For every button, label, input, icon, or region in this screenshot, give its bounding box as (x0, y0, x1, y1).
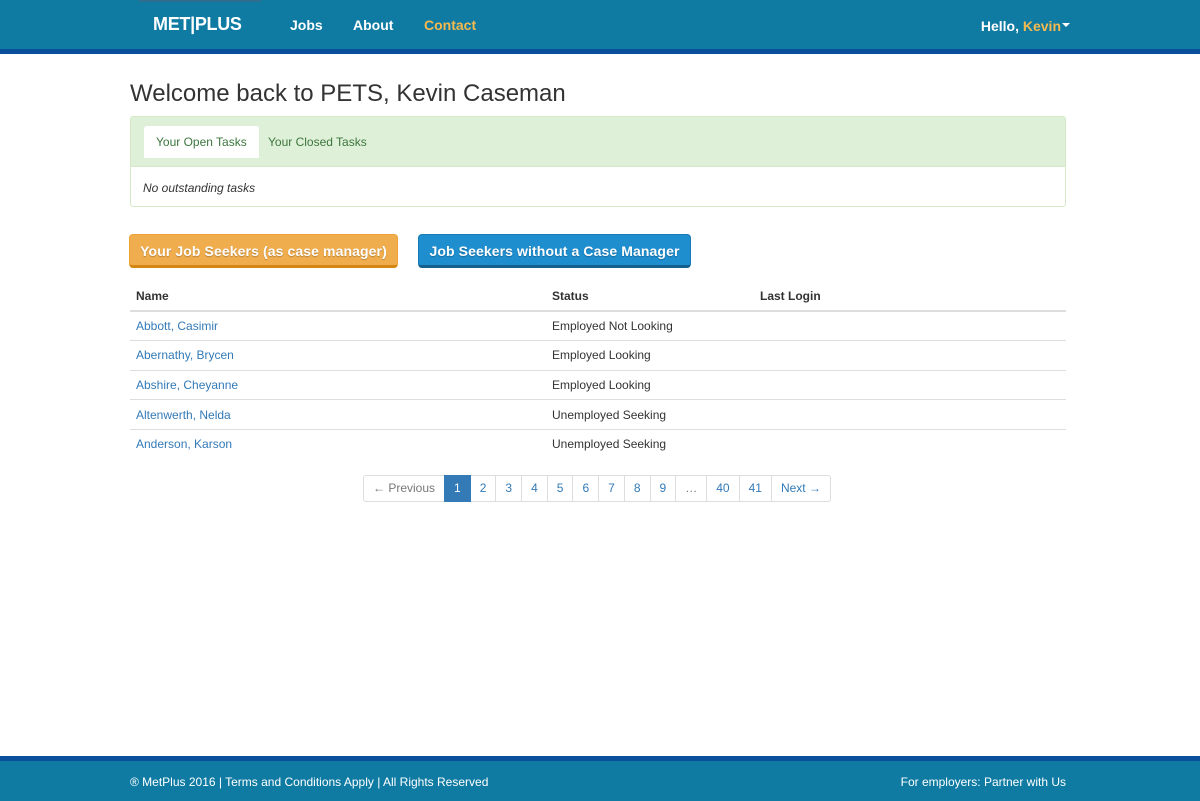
cell-last-login (754, 428, 1066, 459)
cell-last-login (754, 340, 1066, 371)
pagination-page-2[interactable]: 2 (469, 475, 497, 502)
cell-status: Employed Not Looking (552, 319, 673, 334)
column-header-name: Name (130, 281, 546, 312)
cell-last-login (754, 311, 1066, 341)
cell-status: Unemployed Seeking (546, 428, 754, 459)
user-name: Kevin (1022, 18, 1061, 34)
job-seeker-link[interactable]: Abshire, Cheyanne (136, 378, 238, 392)
tasks-empty-message: No outstanding tasks (143, 181, 256, 195)
caret-down-icon (1062, 23, 1070, 28)
pagination-page-3[interactable]: 3 (495, 475, 523, 502)
tasks-panel: Your Open Tasks Your Closed Tasks No out… (130, 116, 1066, 207)
job-seeker-link[interactable]: Anderson, Karson (136, 437, 232, 451)
cell-name: Anderson, Karson (130, 428, 546, 459)
job-seeker-link[interactable]: Abbott, Casimir (136, 319, 218, 333)
footer: ® MetPlus 2016 | Terms and Conditions Ap… (0, 756, 1200, 801)
cell-name: Altenwerth, Nelda (130, 399, 546, 430)
cell-status: Unemployed Seeking (546, 399, 754, 430)
your-job-seekers-button[interactable]: Your Job Seekers (as case manager) (129, 234, 398, 268)
job-seekers-table: Name Status Last Login Abbott, Casimir E… (130, 281, 1066, 459)
pagination-page-40[interactable]: 40 (706, 475, 740, 502)
cell-status: Employed Looking (546, 369, 754, 400)
pagination-page-5[interactable]: 5 (546, 475, 574, 502)
nav-about[interactable]: About (353, 17, 393, 33)
cell-name: Abernathy, Brycen (130, 340, 546, 371)
pagination-previous[interactable]: ← Previous (363, 475, 446, 502)
nav-contact[interactable]: Contact (424, 17, 476, 33)
table-row: Abbott, Casimir Employed Not Looking (130, 311, 1066, 341)
greeting-text: Hello, (980, 18, 1023, 34)
job-seeker-link[interactable]: Altenwerth, Nelda (136, 408, 231, 422)
page-title: Welcome back to PETS, Kevin Caseman (130, 80, 566, 107)
pagination: ← Previous 1 2 3 4 5 6 7 8 9 … 40 41 Nex… (363, 475, 831, 502)
nav-jobs[interactable]: Jobs (290, 17, 323, 33)
brand-accent-strip (139, 0, 261, 2)
cell-name: Abbott, Casimir (130, 311, 546, 341)
table-row: Abshire, Cheyanne Employed Looking (130, 369, 1066, 400)
pagination-page-41[interactable]: 41 (738, 475, 772, 502)
pagination-page-8[interactable]: 8 (623, 475, 651, 502)
column-header-last-login: Last Login (754, 281, 1066, 312)
table-row: Abernathy, Brycen Employed Looking (130, 340, 1066, 371)
pagination-page-9[interactable]: 9 (649, 475, 677, 502)
tab-open-tasks[interactable]: Your Open Tasks (144, 126, 259, 158)
pagination-page-4[interactable]: 4 (521, 475, 548, 502)
pagination-page-6[interactable]: 6 (572, 475, 600, 502)
tab-closed-tasks[interactable]: Your Closed Tasks (256, 126, 379, 158)
pagination-next[interactable]: Next → (770, 475, 831, 502)
cell-status: Employed Looking (546, 340, 754, 371)
job-seeker-link[interactable]: Abernathy, Brycen (136, 348, 234, 362)
brand-logo[interactable]: MET|PLUS (153, 14, 242, 35)
table-row: Anderson, Karson Unemployed Seeking (130, 428, 1066, 459)
top-navbar: MET|PLUS Jobs About Contact Hello, Kevin (0, 0, 1200, 54)
pagination-page-7[interactable]: 7 (598, 475, 625, 502)
user-menu-dropdown[interactable]: Hello, Kevin (981, 18, 1070, 34)
tasks-tabs: Your Open Tasks Your Closed Tasks (131, 117, 1065, 167)
job-seekers-without-cm-button[interactable]: Job Seekers without a Case Manager (418, 234, 691, 268)
pagination-ellipsis: … (675, 475, 708, 502)
footer-copyright[interactable]: ® MetPlus 2016 | Terms and Conditions Ap… (130, 775, 488, 789)
table-row: Altenwerth, Nelda Unemployed Seeking (130, 399, 1066, 430)
column-header-status: Status (546, 281, 754, 312)
cell-name: Abshire, Cheyanne (130, 369, 546, 400)
cell-last-login (754, 369, 1066, 400)
pagination-page-1[interactable]: 1 (444, 475, 471, 502)
cell-last-login (754, 399, 1066, 430)
footer-partner-link[interactable]: For employers: Partner with Us (901, 775, 1066, 789)
